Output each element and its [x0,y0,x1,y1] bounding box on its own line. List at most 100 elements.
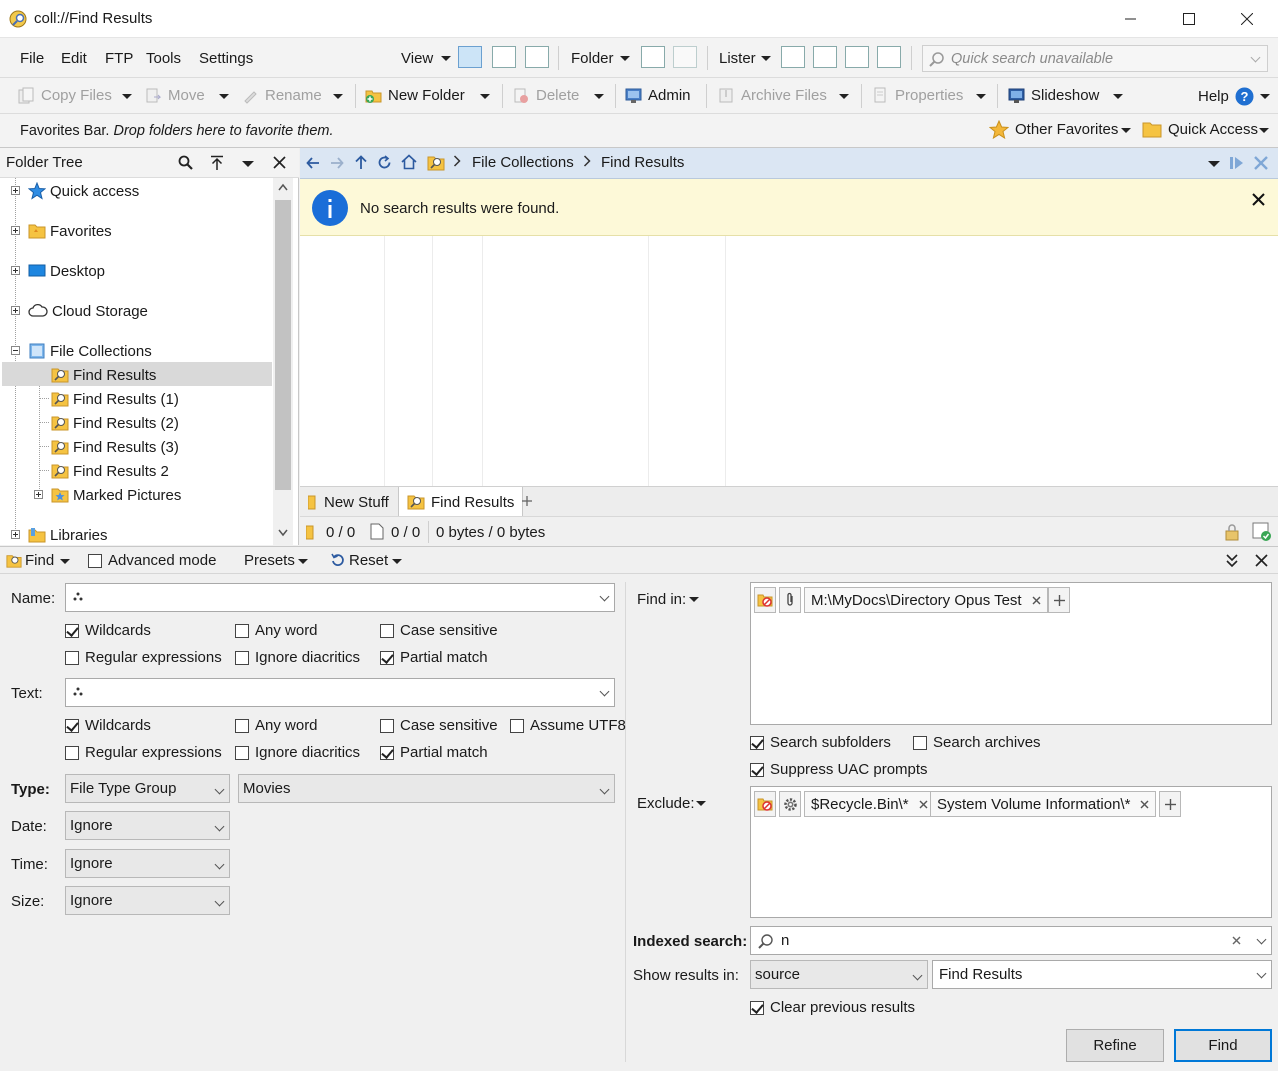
move-dropdown-icon[interactable] [219,94,229,99]
power-view-icon[interactable] [492,46,516,68]
text-input[interactable] [65,678,615,707]
expand-icon[interactable] [11,530,20,539]
type-select[interactable]: File Type Group [65,774,230,803]
tree-item-cloud-storage[interactable]: Cloud Storage [28,299,148,323]
dual-vertical-icon[interactable] [673,46,697,68]
chevron-down-icon[interactable] [599,686,610,697]
archive-dropdown-icon[interactable] [839,94,849,99]
quick-access-dropdown-icon[interactable] [1259,128,1269,133]
folder-dropdown-icon[interactable] [620,56,630,61]
name-any-word-checkbox[interactable]: Any word [235,622,318,639]
name-diacritics-checkbox[interactable]: Ignore diacritics [235,649,360,666]
thumbnails-view-icon[interactable] [525,46,549,68]
other-favorites-button[interactable]: Other Favorites [989,120,1118,139]
properties-button[interactable]: Properties [872,87,963,104]
show-results-select[interactable]: source [750,960,928,989]
archive-files-button[interactable]: Archive Files [718,87,827,104]
results-target-select[interactable]: Find Results [932,960,1272,989]
up-arrow-icon[interactable] [354,155,368,170]
menu-tools[interactable]: Tools [146,50,181,67]
admin-button[interactable]: Admin [625,87,691,104]
add-exclude-icon[interactable] [1159,791,1181,817]
view-dropdown-icon[interactable] [441,56,451,61]
text-partial-checkbox[interactable]: Partial match [380,744,488,761]
menu-settings[interactable]: Settings [199,50,253,67]
copy-files-button[interactable]: Copy Files [18,87,112,104]
close-info-icon[interactable] [1252,193,1265,206]
exclude-chip[interactable]: System Volume Information\* [930,791,1157,817]
help-button[interactable]: Help ? [1198,87,1254,106]
other-favorites-dropdown-icon[interactable] [1121,128,1131,133]
maximize-button[interactable] [1160,0,1218,38]
tree-item-find-results-2[interactable]: Find Results (2) [51,411,179,435]
name-regex-checkbox[interactable]: Regular expressions [65,649,222,666]
tree-item-find-results[interactable]: Find Results [51,363,156,387]
collapse-all-icon[interactable] [210,155,224,171]
tree-options-dropdown-icon[interactable] [242,161,254,167]
rename-dropdown-icon[interactable] [333,94,343,99]
search-subfolders-checkbox[interactable]: Search subfolders [750,734,891,751]
close-find-icon[interactable] [1255,554,1268,567]
tree-item-find-results-two[interactable]: Find Results 2 [51,459,169,483]
collapse-icon[interactable] [11,346,20,355]
tree-item-quick-access[interactable]: Quick access [28,179,139,203]
properties-dropdown-icon[interactable] [976,94,986,99]
expand-icon[interactable] [34,490,43,499]
exclude-label[interactable]: Exclude: [637,795,695,812]
quick-search-input[interactable]: Quick search unavailable [922,45,1268,72]
search-archives-checkbox[interactable]: Search archives [913,734,1041,751]
search-icon[interactable] [178,155,194,171]
advanced-mode-checkbox[interactable]: Advanced mode [88,552,216,569]
find-mode-menu[interactable]: Find [25,552,54,569]
field-options-icon[interactable] [73,687,83,697]
text-any-word-checkbox[interactable]: Any word [235,717,318,734]
expand-icon[interactable] [11,306,20,315]
tab-new-stuff[interactable]: New Stuff [300,487,397,517]
breadcrumb-segment[interactable]: Find Results [601,154,684,171]
minimize-button[interactable] [1102,0,1160,38]
breadcrumb[interactable]: File Collections Find Results [423,150,1221,176]
name-case-checkbox[interactable]: Case sensitive [380,622,498,639]
suppress-uac-checkbox[interactable]: Suppress UAC prompts [750,761,928,778]
tree-item-marked-pictures[interactable]: Marked Pictures [51,483,181,507]
text-regex-checkbox[interactable]: Regular expressions [65,744,222,761]
chevron-down-icon[interactable] [599,591,610,602]
folder-menu[interactable]: Folder [571,50,614,67]
slideshow-dropdown-icon[interactable] [1113,94,1123,99]
tree-item-file-collections[interactable]: File Collections [28,339,152,363]
presets-menu[interactable]: Presets [244,552,295,569]
tree-item-find-results-3[interactable]: Find Results (3) [51,435,179,459]
move-button[interactable]: Move [145,87,205,104]
field-options-icon[interactable] [73,592,83,602]
dual-display-icon[interactable] [641,46,665,68]
menu-file[interactable]: File [20,50,44,67]
find-button[interactable]: Find [1174,1029,1272,1062]
quick-access-button[interactable]: Quick Access [1142,120,1258,138]
clear-icon[interactable] [1232,936,1241,945]
lister-menu[interactable]: Lister [719,50,756,67]
help-dropdown-icon[interactable] [1260,94,1270,99]
text-diacritics-checkbox[interactable]: Ignore diacritics [235,744,360,761]
collapse-panel-icon[interactable] [1226,554,1238,568]
close-tab-icon[interactable] [1254,156,1268,170]
find-in-path-chip[interactable]: M:\MyDocs\Directory Opus Test [804,587,1048,613]
name-input[interactable] [65,583,615,612]
lister-dropdown-icon[interactable] [761,56,771,61]
breadcrumb-segment[interactable]: File Collections [472,154,574,171]
text-wildcards-checkbox[interactable]: Wildcards [65,717,151,734]
exclude-chip[interactable]: $Recycle.Bin\* [804,791,935,817]
time-select[interactable]: Ignore [65,849,230,878]
name-wildcards-checkbox[interactable]: Wildcards [65,622,151,639]
lock-icon[interactable] [1224,523,1240,541]
details-view-icon[interactable] [458,46,482,68]
chevron-down-icon[interactable] [1256,934,1267,945]
delete-dropdown-icon[interactable] [594,94,604,99]
gear-icon[interactable] [779,791,801,817]
viewer-pane-icon[interactable] [845,46,869,68]
duplicate-to-other-side-icon[interactable] [1230,156,1246,170]
tree-item-libraries[interactable]: Libraries [28,523,108,547]
type-group-select[interactable]: Movies [238,774,615,803]
folder-tree[interactable]: Quick access Favorites Desktop Cloud Sto… [0,178,299,545]
expand-icon[interactable] [11,266,20,275]
forward-arrow-icon[interactable] [330,156,344,170]
